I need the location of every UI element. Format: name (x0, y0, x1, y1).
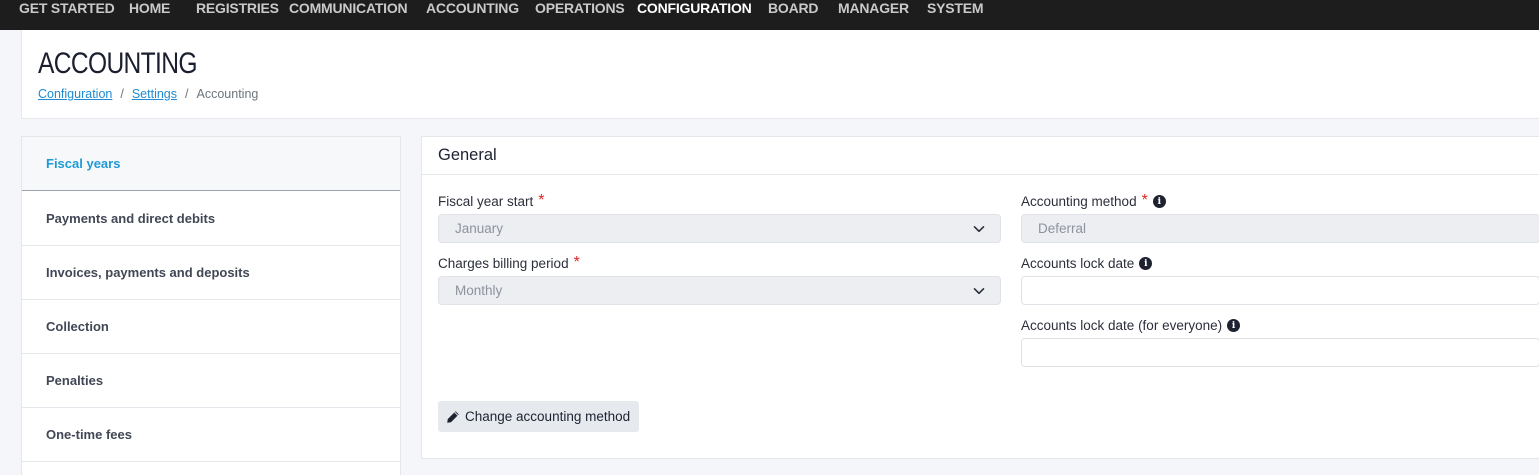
accounting-method-label: Accounting method * i (1021, 191, 1166, 209)
accounts-lock-date-everyone-label: Accounts lock date (for everyone) i (1021, 318, 1241, 333)
breadcrumb: Configuration / Settings / Accounting (38, 87, 258, 101)
fiscal-year-start-value: January (455, 221, 504, 236)
general-card: General Fiscal year start * January Char… (421, 136, 1539, 459)
accounting-method-label-text: Accounting method (1021, 194, 1137, 209)
charges-billing-period-label-text: Charges billing period (438, 256, 569, 271)
nav-get-started[interactable]: GET STARTED (19, 0, 115, 16)
info-icon[interactable]: i (1152, 195, 1166, 208)
card-title: General (422, 137, 1539, 175)
nav-configuration[interactable]: CONFIGURATION (637, 0, 752, 16)
nav-home[interactable]: HOME (129, 0, 170, 16)
nav-accounting[interactable]: ACCOUNTING (426, 0, 519, 16)
page-title: ACCOUNTING (38, 47, 197, 80)
required-asterisk: * (573, 253, 580, 271)
accounting-method-value: Deferral (1038, 221, 1087, 236)
charges-billing-period-select[interactable]: Monthly (438, 276, 1001, 305)
nav-operations[interactable]: OPERATIONS (535, 0, 625, 16)
chevron-down-icon (973, 226, 985, 233)
accounts-lock-date-label-text: Accounts lock date (1021, 256, 1135, 271)
fiscal-year-start-select[interactable]: January (438, 214, 1001, 243)
change-accounting-method-label: Change accounting method (465, 409, 631, 424)
nav-board[interactable]: BOARD (768, 0, 819, 16)
breadcrumb-separator: / (120, 87, 124, 101)
breadcrumb-separator: / (185, 87, 189, 101)
breadcrumb-configuration[interactable]: Configuration (38, 87, 112, 101)
info-icon[interactable]: i (1139, 257, 1153, 270)
info-icon[interactable]: i (1227, 319, 1241, 332)
accounts-lock-date-label: Accounts lock date i (1021, 256, 1153, 271)
required-asterisk: * (1141, 191, 1148, 209)
breadcrumb-current: Accounting (196, 87, 259, 101)
settings-sidebar: Fiscal years Payments and direct debits … (21, 136, 401, 475)
chevron-down-icon (973, 288, 985, 295)
sidebar-item-invoices-payments-deposits[interactable]: Invoices, payments and deposits (22, 246, 400, 300)
required-asterisk: * (538, 191, 545, 209)
sidebar-item-fiscal-years[interactable]: Fiscal years (22, 137, 400, 191)
pencil-icon (447, 410, 459, 423)
nav-system[interactable]: SYSTEM (927, 0, 984, 16)
accounting-method-field: Deferral (1021, 214, 1539, 243)
nav-registries[interactable]: REGISTRIES (196, 0, 279, 16)
charges-billing-period-value: Monthly (455, 283, 503, 298)
fiscal-year-start-label-text: Fiscal year start (438, 194, 534, 209)
accounts-lock-date-everyone-input[interactable] (1021, 338, 1539, 367)
fiscal-year-start-label: Fiscal year start * (438, 191, 545, 209)
sidebar-item-one-time-fees[interactable]: One-time fees (22, 408, 400, 462)
accounts-lock-date-input[interactable] (1021, 276, 1539, 305)
sidebar-item-penalties[interactable]: Penalties (22, 354, 400, 408)
breadcrumb-settings[interactable]: Settings (132, 87, 177, 101)
change-accounting-method-button[interactable]: Change accounting method (438, 401, 640, 432)
sidebar-item-payments-direct-debits[interactable]: Payments and direct debits (22, 192, 400, 246)
accounts-lock-date-everyone-label-text: Accounts lock date (for everyone) (1021, 318, 1223, 333)
sidebar-item-collection[interactable]: Collection (22, 300, 400, 354)
top-nav: GET STARTED HOME REGISTRIES COMMUNICATIO… (0, 0, 1539, 30)
charges-billing-period-label: Charges billing period * (438, 253, 580, 271)
nav-communication[interactable]: COMMUNICATION (289, 0, 408, 16)
nav-manager[interactable]: MANAGER (838, 0, 909, 16)
page-header: ACCOUNTING Configuration / Settings / Ac… (21, 30, 1539, 119)
